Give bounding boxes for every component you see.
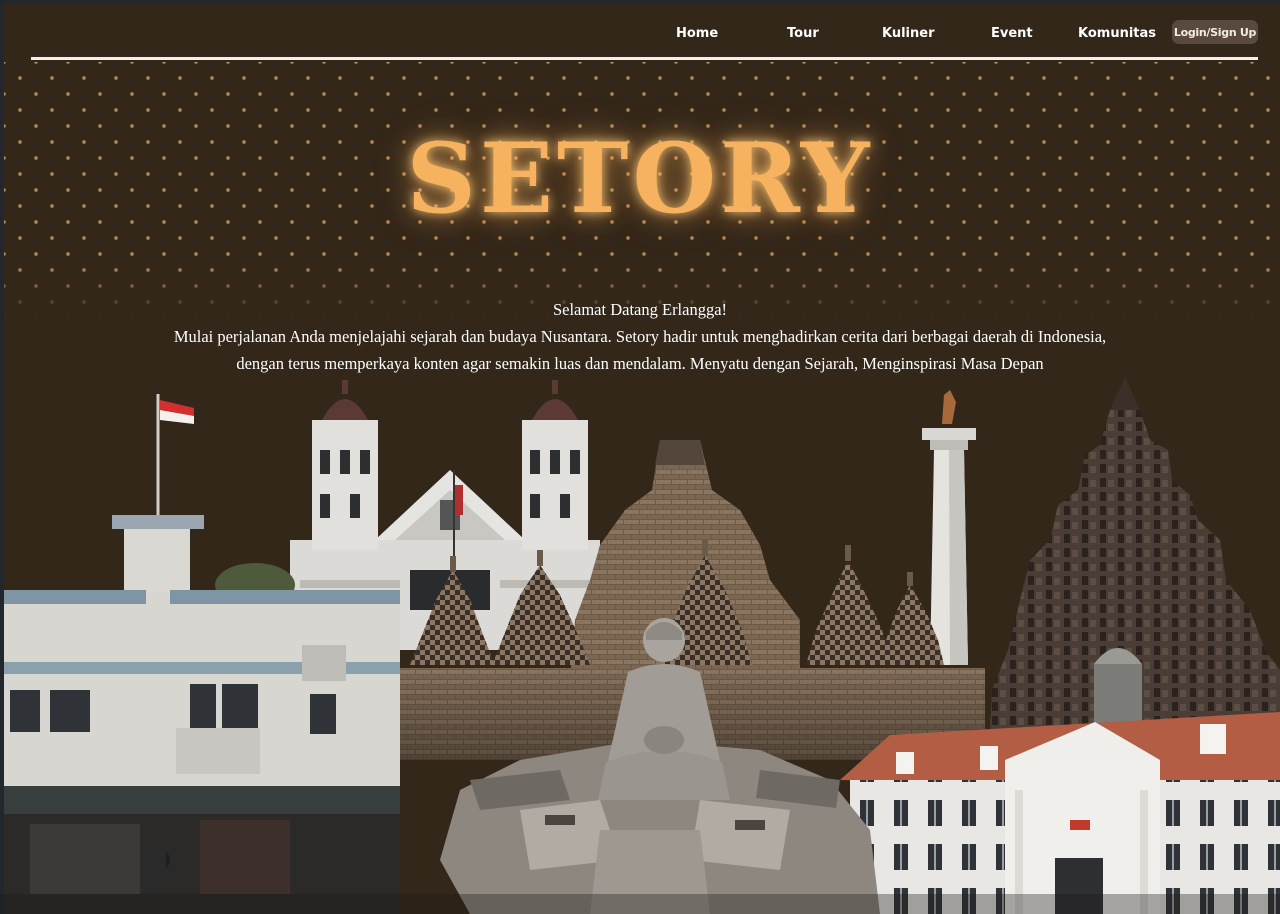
ground-shadow [0, 894, 1280, 914]
page: Home Tour Kuliner Event Komunitas Login/… [0, 0, 1280, 914]
heritage-collage-illustration [0, 378, 1280, 914]
